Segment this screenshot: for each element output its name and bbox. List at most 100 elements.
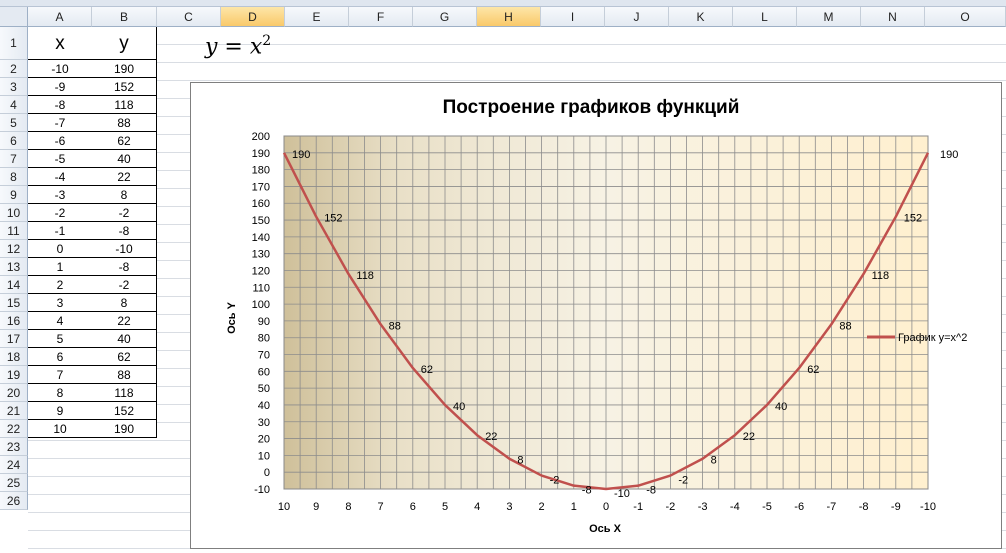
cell-x-17[interactable]: 5 [28,330,93,348]
column-header-e[interactable]: E [285,7,349,27]
column-header-m[interactable]: M [797,7,861,27]
row-header-1[interactable]: 1 [0,27,28,60]
row-header-7[interactable]: 7 [0,150,28,168]
row-header-22[interactable]: 22 [0,420,28,438]
cell-y-16[interactable]: 22 [92,312,157,330]
y-tick-label: -10 [254,484,270,496]
cell-x-9[interactable]: -3 [28,186,93,204]
row-header-5[interactable]: 5 [0,114,28,132]
cell-x-11[interactable]: -1 [28,222,93,240]
cell-y-20[interactable]: 118 [92,384,157,402]
cell-y-4[interactable]: 118 [92,96,157,114]
row-header-26[interactable]: 26 [0,492,28,510]
row-header-24[interactable]: 24 [0,456,28,474]
cell-y-12[interactable]: -10 [92,240,157,258]
y-tick-label: 110 [252,282,270,294]
cell-x-15[interactable]: 3 [28,294,93,312]
column-header-d[interactable]: D [221,7,285,27]
chart-area[interactable]: Построение графиков функций -10 0 10 20 30 40… [190,82,1002,549]
cell-y-5[interactable]: 88 [92,114,157,132]
cell-y-22[interactable]: 190 [92,420,157,438]
row-header-4[interactable]: 4 [0,96,28,114]
row-header-11[interactable]: 11 [0,222,28,240]
y-tick-label: 170 [252,181,270,193]
row-header-14[interactable]: 14 [0,276,28,294]
cell-y-9[interactable]: 8 [92,186,157,204]
data-label: 118 [872,270,890,282]
cell-x-10[interactable]: -2 [28,204,93,222]
cell-x-7[interactable]: -5 [28,150,93,168]
column-header-g[interactable]: G [413,7,477,27]
cell-y-3[interactable]: 152 [92,78,157,96]
row-header-19[interactable]: 19 [0,366,28,384]
cell-x-19[interactable]: 7 [28,366,93,384]
row-header-15[interactable]: 15 [0,294,28,312]
cell-x-4[interactable]: -8 [28,96,93,114]
row-header-3[interactable]: 3 [0,78,28,96]
select-all-corner[interactable] [0,7,28,27]
cell-x-20[interactable]: 8 [28,384,93,402]
line-chart[interactable]: Построение графиков функций -10010203040… [191,83,1001,548]
header-y[interactable]: y [92,27,157,60]
y-tick-label: 150 [252,215,270,227]
header-x[interactable]: x [28,27,93,60]
column-header-o[interactable]: O [925,7,1006,27]
cell-x-3[interactable]: -9 [28,78,93,96]
x-tick-label: -1 [633,501,643,513]
row-header-17[interactable]: 17 [0,330,28,348]
cell-y-7[interactable]: 40 [92,150,157,168]
column-header-a[interactable]: A [28,7,92,27]
row-header-2[interactable]: 2 [0,60,28,78]
column-header-j[interactable]: J [605,7,669,27]
x-tick-label: -4 [730,501,740,513]
row-header-21[interactable]: 21 [0,402,28,420]
column-header-h[interactable]: H [477,7,541,27]
data-label: 40 [775,401,787,413]
cell-x-22[interactable]: 10 [28,420,93,438]
data-label: 190 [292,149,310,161]
cell-y-19[interactable]: 88 [92,366,157,384]
x-tick-label: -5 [762,501,772,513]
row-header-18[interactable]: 18 [0,348,28,366]
row-header-12[interactable]: 12 [0,240,28,258]
row-header-9[interactable]: 9 [0,186,28,204]
cell-x-14[interactable]: 2 [28,276,93,294]
column-header-l[interactable]: L [733,7,797,27]
cell-y-14[interactable]: -2 [92,276,157,294]
row-header-10[interactable]: 10 [0,204,28,222]
cell-y-2[interactable]: 190 [92,60,157,78]
row-header-23[interactable]: 23 [0,438,28,456]
row-header-8[interactable]: 8 [0,168,28,186]
cell-x-5[interactable]: -7 [28,114,93,132]
column-header-i[interactable]: I [541,7,605,27]
cell-y-21[interactable]: 152 [92,402,157,420]
column-header-n[interactable]: N [861,7,925,27]
cell-x-8[interactable]: -4 [28,168,93,186]
column-header-c[interactable]: C [157,7,221,27]
column-header-f[interactable]: F [349,7,413,27]
cell-x-13[interactable]: 1 [28,258,93,276]
cell-y-11[interactable]: -8 [92,222,157,240]
cell-x-6[interactable]: -6 [28,132,93,150]
cell-y-6[interactable]: 62 [92,132,157,150]
column-header-k[interactable]: K [669,7,733,27]
cell-y-10[interactable]: -2 [92,204,157,222]
cell-x-16[interactable]: 4 [28,312,93,330]
cell-y-17[interactable]: 40 [92,330,157,348]
cell-x-2[interactable]: -10 [28,60,93,78]
cell-y-13[interactable]: -8 [92,258,157,276]
cell-y-8[interactable]: 22 [92,168,157,186]
row-header-20[interactable]: 20 [0,384,28,402]
cell-x-12[interactable]: 0 [28,240,93,258]
row-header-25[interactable]: 25 [0,474,28,492]
row-header-16[interactable]: 16 [0,312,28,330]
cell-y-18[interactable]: 62 [92,348,157,366]
row-header-13[interactable]: 13 [0,258,28,276]
column-header-b[interactable]: B [92,7,157,27]
cell-y-15[interactable]: 8 [92,294,157,312]
x-tick-label: -6 [794,501,804,513]
row-header-6[interactable]: 6 [0,132,28,150]
cell-x-21[interactable]: 9 [28,402,93,420]
cell-x-18[interactable]: 6 [28,348,93,366]
data-label: 62 [807,364,819,376]
